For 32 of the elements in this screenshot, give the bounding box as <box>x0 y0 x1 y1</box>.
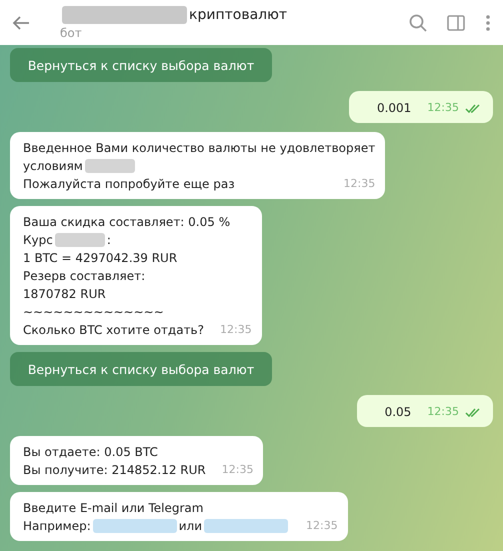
message-text: Курс <box>23 232 53 249</box>
message-text: Например: <box>23 518 91 535</box>
message-time: 12:35 <box>219 322 252 338</box>
message-text: : <box>106 232 111 249</box>
message-text: Сколько BTC хотите отдать? <box>23 322 204 339</box>
message-text: или <box>178 518 202 535</box>
back-arrow-icon[interactable] <box>12 14 30 30</box>
inline-keyboard-button[interactable]: Вернуться к списку выбора валют <box>10 352 272 386</box>
message-text: ~~~~~~~~~~~~~~ <box>23 304 164 321</box>
message-text: условиям <box>23 158 83 175</box>
message-text: Пожалуйста попробуйте еще раз <box>23 176 235 193</box>
message-text: Вы отдаете: 0.05 BTC <box>23 444 158 461</box>
search-icon[interactable] <box>409 14 427 32</box>
message-text: Вы получите: 214852.12 RUR <box>23 462 206 479</box>
chat-subtitle: бот <box>60 26 83 40</box>
message-time: 12:35 <box>342 176 376 192</box>
message-text: 0.001 <box>376 100 412 117</box>
message-text: 1 BTC = 4297042.39 RUR <box>23 250 178 267</box>
sidebar-toggle-icon[interactable] <box>447 14 465 30</box>
chat-title: криптовалют <box>189 6 288 22</box>
message-text: Введите E-mail или Telegram <box>23 500 204 517</box>
message-text: Введенное Вами количество валюты не удовлетворяет <box>23 140 376 157</box>
message-time: 12:35 <box>305 518 338 534</box>
inline-keyboard-button[interactable]: Вернуться к списку выбора валют <box>10 48 272 82</box>
message-text: Резерв составляет: <box>23 268 146 285</box>
message-time: 12:35 <box>426 404 459 420</box>
message-text: 1870782 RUR <box>23 286 106 303</box>
message-text: Ваша скидка составляет: 0.05 % <box>23 214 230 231</box>
message-time: 12:35 <box>426 100 459 116</box>
message-time: 12:35 <box>220 462 254 478</box>
more-menu-icon[interactable] <box>485 14 491 32</box>
message-text: 0.05 <box>384 404 412 421</box>
